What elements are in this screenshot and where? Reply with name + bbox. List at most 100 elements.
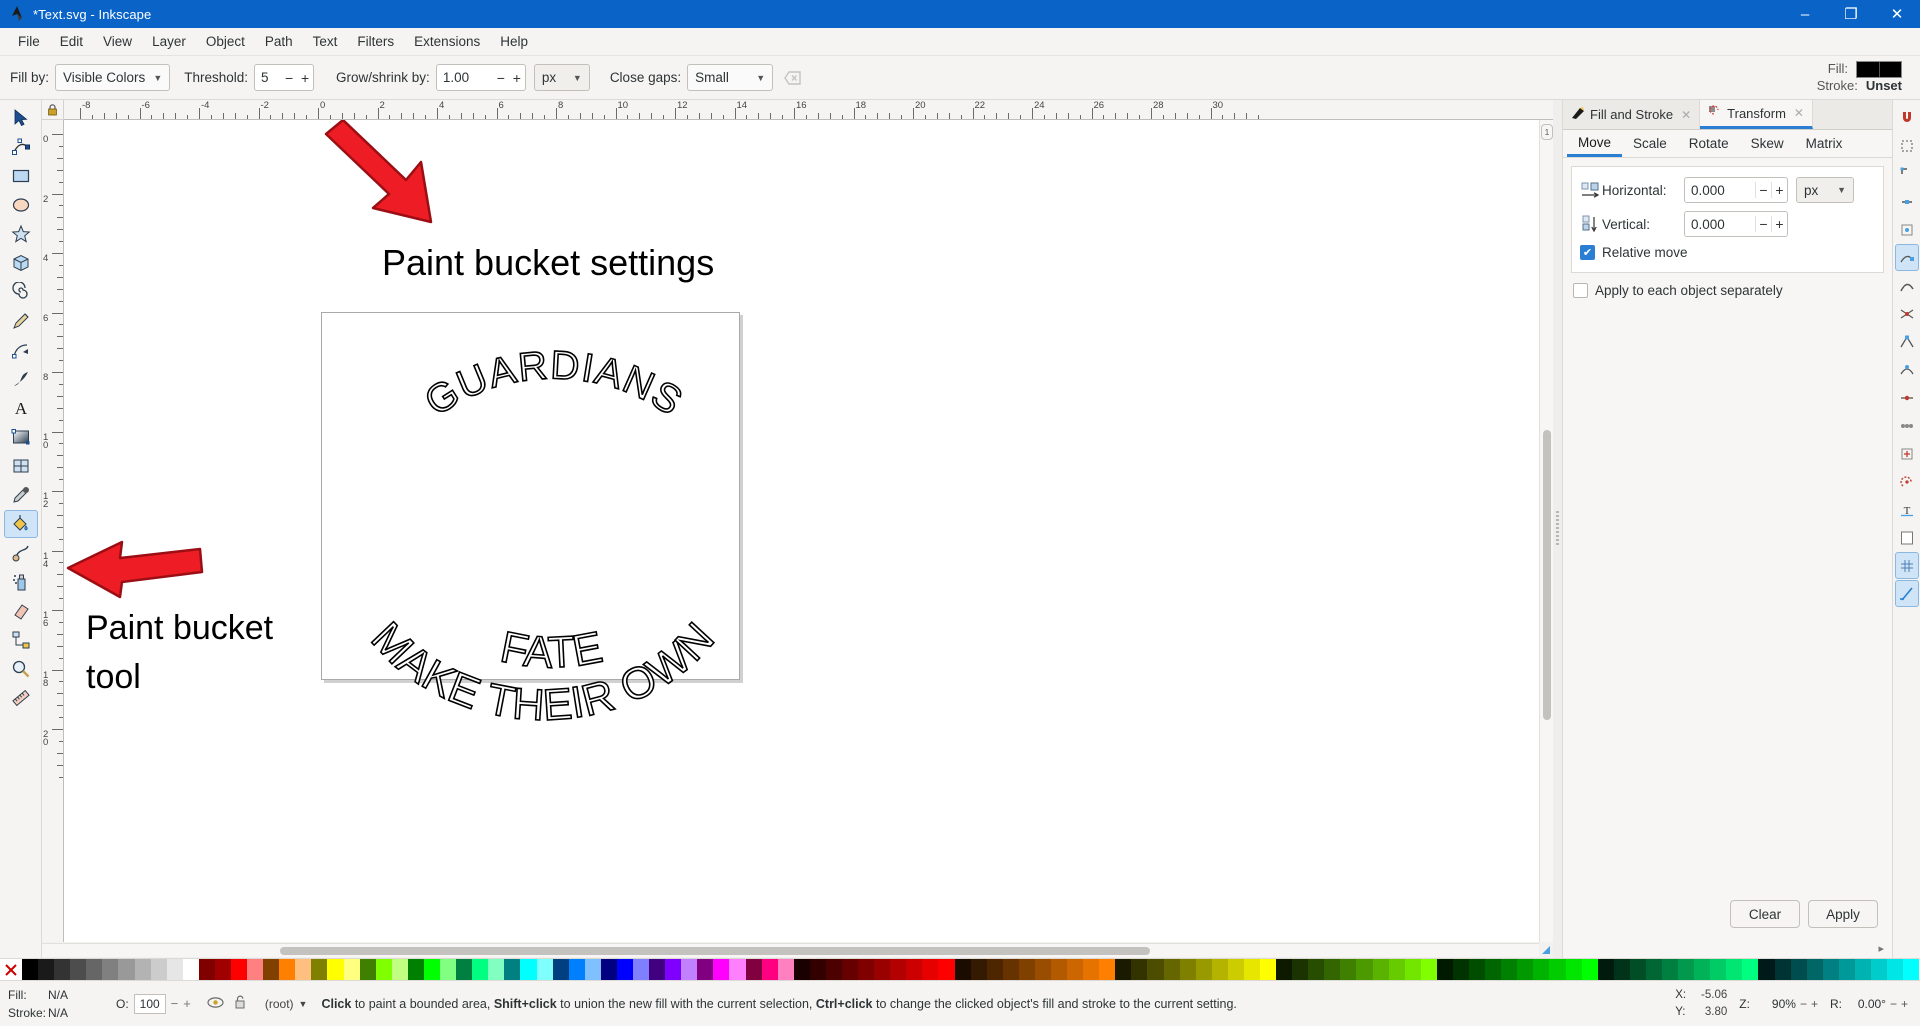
- palette-swatch[interactable]: [151, 959, 167, 981]
- palette-swatch[interactable]: [1453, 959, 1469, 981]
- palette-swatch[interactable]: [1839, 959, 1855, 981]
- apply-button[interactable]: Apply: [1808, 900, 1878, 928]
- ellipse-tool[interactable]: [4, 191, 38, 219]
- palette-swatch[interactable]: [231, 959, 247, 981]
- subtab-skew[interactable]: Skew: [1740, 130, 1795, 157]
- threshold-stepper[interactable]: 5 − +: [254, 64, 314, 91]
- palette-swatch[interactable]: [344, 959, 360, 981]
- relative-move-checkbox[interactable]: ✔: [1580, 245, 1595, 260]
- palette-swatch[interactable]: [1051, 959, 1067, 981]
- close-button[interactable]: ✕: [1874, 0, 1920, 28]
- mesh-gradient-tool[interactable]: [4, 452, 38, 480]
- palette-swatch[interactable]: [987, 959, 1003, 981]
- dock-tab-transform[interactable]: Transform ✕: [1700, 100, 1813, 129]
- palette-swatch[interactable]: [1099, 959, 1115, 981]
- palette-swatch[interactable]: [922, 959, 938, 981]
- palette-swatch[interactable]: [1067, 959, 1083, 981]
- stroke-value[interactable]: Unset: [1866, 78, 1902, 94]
- horizontal-plus-button[interactable]: +: [1771, 182, 1787, 198]
- palette-color-strip[interactable]: [22, 959, 1920, 980]
- palette-swatch[interactable]: [1598, 959, 1614, 981]
- layer-select[interactable]: (root) ▼: [257, 997, 316, 1011]
- palette-swatch[interactable]: [1855, 959, 1871, 981]
- horizontal-input[interactable]: 0.000 − +: [1684, 177, 1788, 203]
- palette-swatch[interactable]: [1131, 959, 1147, 981]
- palette-swatch[interactable]: [1373, 959, 1389, 981]
- snap-grid-icon[interactable]: [1895, 552, 1919, 579]
- bezier-pen-tool[interactable]: [4, 336, 38, 364]
- palette-swatch[interactable]: [601, 959, 617, 981]
- palette-swatch[interactable]: [1292, 959, 1308, 981]
- palette-swatch[interactable]: [1807, 959, 1823, 981]
- subtab-matrix[interactable]: Matrix: [1795, 130, 1854, 157]
- palette-swatch[interactable]: [1244, 959, 1260, 981]
- dock-resize-grip[interactable]: [1553, 100, 1562, 958]
- horizontal-ruler[interactable]: -8-6-4-2024681012141618202224262830: [64, 100, 1539, 120]
- spiral-tool[interactable]: [4, 278, 38, 306]
- palette-swatch[interactable]: [713, 959, 729, 981]
- opacity-value[interactable]: 100: [134, 994, 166, 1014]
- menu-extensions[interactable]: Extensions: [404, 31, 490, 52]
- palette-swatch[interactable]: [1437, 959, 1453, 981]
- palette-swatch[interactable]: [1678, 959, 1694, 981]
- snap-center-icon[interactable]: [1895, 440, 1919, 467]
- palette-swatch[interactable]: [1083, 959, 1099, 981]
- vertical-input[interactable]: 0.000 − +: [1684, 211, 1788, 237]
- palette-swatch[interactable]: [553, 959, 569, 981]
- vertical-minus-button[interactable]: −: [1755, 216, 1771, 232]
- snap-others-icon[interactable]: [1895, 412, 1919, 439]
- close-icon[interactable]: ✕: [1681, 108, 1691, 122]
- horizontal-scrollbar-thumb[interactable]: [280, 947, 1150, 955]
- gradient-tool[interactable]: [4, 423, 38, 451]
- grow-shrink-value[interactable]: 1.00: [437, 70, 493, 85]
- pencil-tool[interactable]: [4, 307, 38, 335]
- palette-swatch[interactable]: [183, 959, 199, 981]
- palette-swatch[interactable]: [86, 959, 102, 981]
- zoom-value[interactable]: 90%: [1754, 997, 1796, 1011]
- palette-swatch[interactable]: [38, 959, 54, 981]
- palette-swatch[interactable]: [1582, 959, 1598, 981]
- palette-swatch[interactable]: [569, 959, 585, 981]
- horizontal-value[interactable]: 0.000: [1685, 183, 1755, 198]
- palette-swatch[interactable]: [215, 959, 231, 981]
- palette-swatch[interactable]: [1003, 959, 1019, 981]
- spray-can-tool[interactable]: [4, 568, 38, 596]
- palette-swatch[interactable]: [826, 959, 842, 981]
- guide-indicator[interactable]: 1: [1541, 124, 1553, 140]
- star-tool[interactable]: [4, 220, 38, 248]
- color-palette[interactable]: [0, 958, 1920, 980]
- palette-swatch[interactable]: [1871, 959, 1887, 981]
- palette-swatch[interactable]: [1228, 959, 1244, 981]
- palette-swatch[interactable]: [1405, 959, 1421, 981]
- palette-swatch[interactable]: [971, 959, 987, 981]
- rotation-control[interactable]: R: 0.00° − +: [1824, 997, 1920, 1011]
- palette-swatch[interactable]: [794, 959, 810, 981]
- menu-view[interactable]: View: [93, 31, 142, 52]
- palette-swatch[interactable]: [778, 959, 794, 981]
- palette-swatch[interactable]: [54, 959, 70, 981]
- palette-swatch[interactable]: [1115, 959, 1131, 981]
- vertical-plus-button[interactable]: +: [1771, 216, 1787, 232]
- palette-swatch[interactable]: [1791, 959, 1807, 981]
- palette-swatch[interactable]: [746, 959, 762, 981]
- transform-unit-select[interactable]: px ▼: [1796, 177, 1854, 203]
- palette-swatch[interactable]: [1212, 959, 1228, 981]
- eye-icon[interactable]: [207, 996, 224, 1012]
- menu-filters[interactable]: Filters: [347, 31, 404, 52]
- fill-swatch[interactable]: [1856, 61, 1902, 78]
- palette-swatch[interactable]: [1147, 959, 1163, 981]
- palette-swatch[interactable]: [102, 959, 118, 981]
- maximize-button[interactable]: ❐: [1828, 0, 1874, 28]
- selector-tool[interactable]: [4, 104, 38, 132]
- close-gaps-select[interactable]: Small ▼: [687, 64, 773, 91]
- palette-swatch[interactable]: [1614, 959, 1630, 981]
- palette-swatch[interactable]: [504, 959, 520, 981]
- palette-swatch[interactable]: [585, 959, 601, 981]
- snap-magnet-icon[interactable]: [1895, 104, 1919, 131]
- threshold-plus-button[interactable]: +: [297, 70, 313, 86]
- palette-swatch[interactable]: [697, 959, 713, 981]
- eyedropper-tool[interactable]: [4, 481, 38, 509]
- palette-swatch[interactable]: [810, 959, 826, 981]
- palette-swatch[interactable]: [633, 959, 649, 981]
- palette-swatch[interactable]: [311, 959, 327, 981]
